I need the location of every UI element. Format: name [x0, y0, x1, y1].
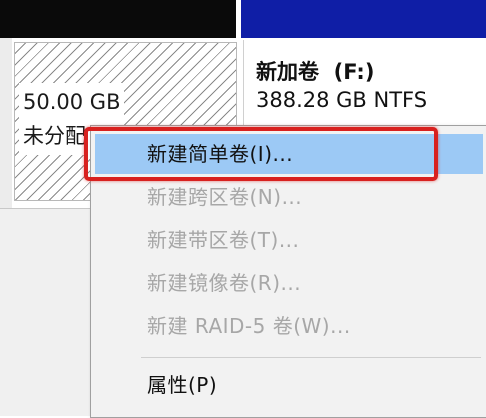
disk-label-strip — [0, 38, 12, 208]
volume-f-header-bar — [241, 0, 486, 38]
menu-item-new-mirrored-volume[interactable]: 新建镜像卷(R)... — [95, 263, 483, 303]
annotation-highlight-box — [84, 127, 438, 181]
volume-f-size: 388.28 GB NTFS — [256, 88, 428, 112]
menu-item-new-spanned-volume[interactable]: 新建跨区卷(N)... — [95, 177, 483, 217]
unallocated-size: 50.00 GB — [23, 90, 121, 114]
menu-item-new-striped-volume[interactable]: 新建带区卷(T)... — [95, 220, 483, 260]
menu-item-properties[interactable]: 属性(P) — [95, 365, 483, 405]
disk-row-background — [0, 209, 90, 416]
menu-item-new-raid5-volume[interactable]: 新建 RAID-5 卷(W)... — [95, 306, 483, 346]
volume-f-name: 新加卷 (F:) — [256, 60, 375, 84]
unallocated-header-bar — [0, 0, 236, 38]
menu-separator — [141, 357, 481, 358]
